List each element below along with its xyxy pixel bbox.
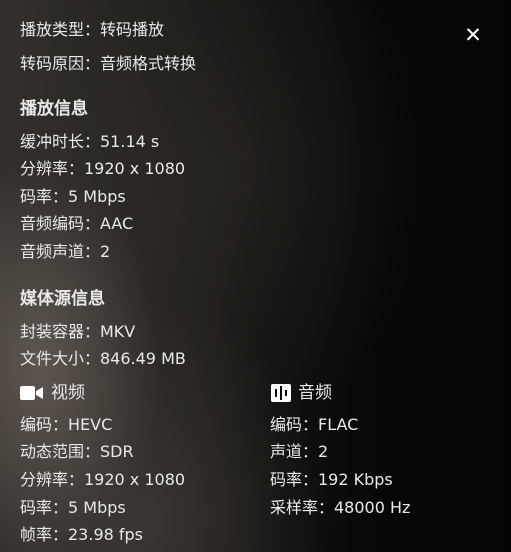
- playback-type-label: 播放类型：: [20, 20, 101, 39]
- audio-sample-rate: 采样率：48000 Hz: [270, 498, 411, 517]
- playback-type-row: 播放类型：转码播放: [20, 19, 164, 41]
- close-icon: ✕: [464, 23, 482, 47]
- playback-type-value: 转码播放: [100, 20, 165, 39]
- buffer-duration: 缓冲时长：51.14 s: [20, 132, 160, 151]
- video-camera-icon: [20, 385, 44, 401]
- audio-bitrate: 码率：192 Kbps: [270, 470, 393, 489]
- video-framerate: 帧率：23.98 fps: [20, 525, 144, 544]
- playback-audio-codec: 音频编码：AAC: [20, 214, 134, 233]
- playback-info-panel: ✕ 播放类型：转码播放 转码原因：音频格式转换 播放信息 缓冲时长：51.14 …: [0, 0, 511, 552]
- video-resolution: 分辨率：1920 x 1080: [20, 470, 186, 489]
- audio-heading-label: 音频: [298, 383, 332, 403]
- audio-codec: 编码：FLAC: [270, 415, 359, 434]
- transcode-reason-value: 音频格式转换: [100, 54, 197, 73]
- media-container: 封装容器：MKV: [20, 322, 136, 341]
- transcode-reason-label: 转码原因：: [20, 54, 101, 73]
- video-dynamic-range: 动态范围：SDR: [20, 442, 134, 461]
- media-file-size: 文件大小：846.49 MB: [20, 349, 186, 368]
- audio-section-heading: 音频: [271, 382, 332, 404]
- playback-audio-channels: 音频声道：2: [20, 242, 111, 261]
- audio-waveform-icon: [271, 384, 291, 402]
- video-section-heading: 视频: [20, 382, 85, 404]
- playback-bitrate: 码率：5 Mbps: [20, 187, 126, 206]
- close-button[interactable]: ✕: [462, 24, 484, 46]
- video-bitrate: 码率：5 Mbps: [20, 498, 126, 517]
- audio-channels: 声道：2: [270, 442, 329, 461]
- media-source-heading: 媒体源信息: [20, 289, 105, 309]
- video-heading-label: 视频: [51, 383, 85, 403]
- playback-info-heading: 播放信息: [20, 99, 88, 119]
- transcode-reason-row: 转码原因：音频格式转换: [20, 53, 196, 75]
- video-codec: 编码：HEVC: [20, 415, 113, 434]
- playback-resolution: 分辨率：1920 x 1080: [20, 159, 186, 178]
